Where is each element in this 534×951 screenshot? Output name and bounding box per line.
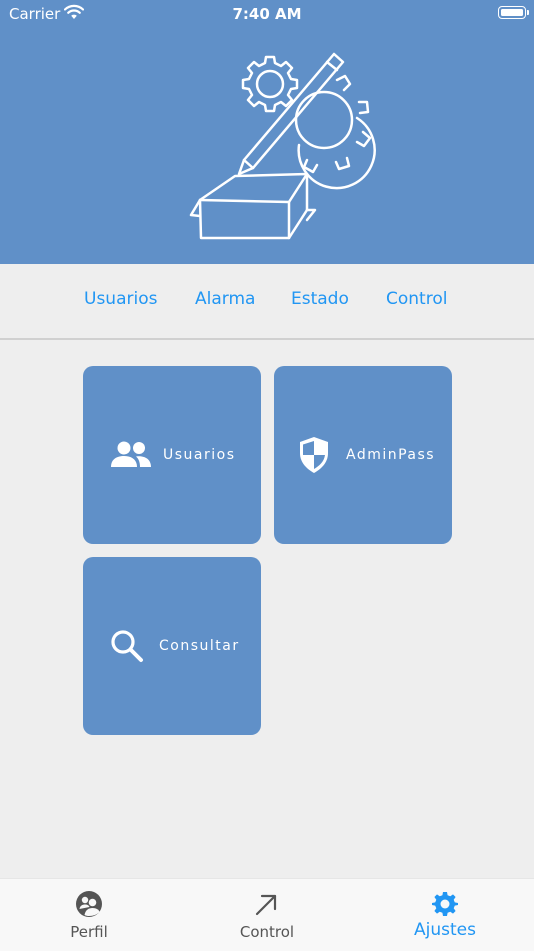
gear-pen-box-icon [187, 50, 382, 249]
usuarios-tile-button[interactable]: Usuarios [83, 366, 261, 544]
nav-ajustes-label: Ajustes [414, 920, 476, 940]
header-banner: Carrier 7:40 AM [0, 0, 534, 264]
tab-alarma[interactable]: Alarma [195, 289, 255, 309]
consultar-tile-button[interactable]: Consultar [83, 557, 261, 735]
nav-control[interactable]: Control [178, 879, 356, 951]
nav-control-label: Control [239, 923, 295, 941]
arrow-up-right-icon [254, 893, 278, 921]
adminpass-tile-label: AdminPass [346, 447, 436, 463]
adminpass-tile-button[interactable]: AdminPass [274, 366, 452, 544]
tab-control[interactable]: Control [386, 289, 447, 309]
top-tab-bar: Usuarios Alarma Estado Control [0, 264, 534, 340]
nav-perfil-label: Perfil [70, 923, 108, 941]
shield-icon [298, 436, 330, 478]
consultar-tile-label: Consultar [159, 638, 240, 654]
battery-icon [498, 6, 529, 19]
status-time: 7:40 AM [232, 5, 302, 23]
usuarios-tile-label: Usuarios [163, 447, 236, 463]
search-icon [110, 629, 144, 667]
users-icon [111, 440, 151, 474]
status-bar: Carrier 7:40 AM [0, 0, 534, 28]
nav-ajustes[interactable]: Ajustes [356, 879, 534, 951]
tab-estado[interactable]: Estado [291, 289, 349, 309]
tab-usuarios[interactable]: Usuarios [84, 289, 157, 309]
gear-icon [432, 891, 458, 921]
nav-perfil[interactable]: Perfil [0, 879, 178, 951]
bottom-navigation: Perfil Control Ajustes [0, 878, 534, 951]
profile-icon [75, 890, 103, 922]
